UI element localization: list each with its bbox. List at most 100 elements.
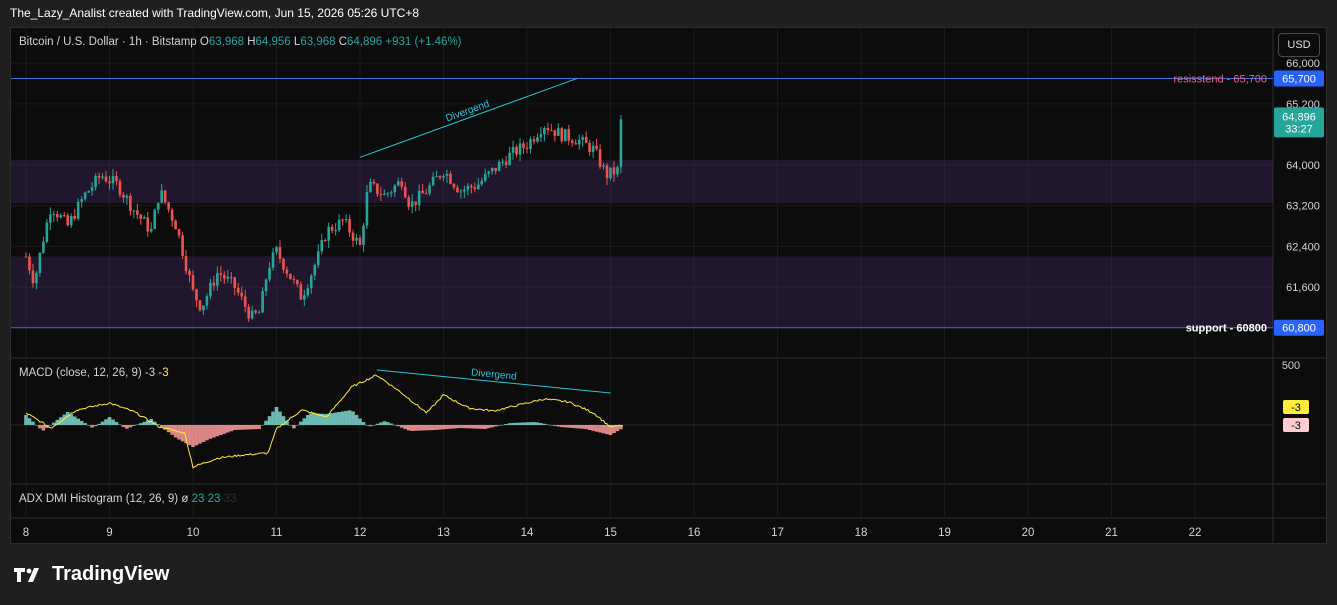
candle-body xyxy=(383,193,386,195)
candle-body xyxy=(612,167,616,175)
macd-hist-bar xyxy=(93,425,98,427)
candle-body xyxy=(546,127,550,131)
candle-body xyxy=(129,195,132,211)
macd-hist-bar xyxy=(403,425,408,430)
macd-hist-bar xyxy=(76,418,80,425)
candle-body xyxy=(282,258,285,270)
last-price-countdown: 33:27 xyxy=(1285,123,1313,135)
macd-hist-bar xyxy=(511,422,515,425)
candle-body xyxy=(66,215,70,226)
candle-body xyxy=(616,167,619,175)
macd-hist-bar xyxy=(278,411,282,425)
x-tick-label: 11 xyxy=(271,527,283,539)
candle-body xyxy=(247,306,250,319)
chart-canvas[interactable]: 8 9 10 11 12 13 14 15 16 17 18 19 20 21 2266,00065,200… xyxy=(11,28,1327,544)
candle-body xyxy=(209,282,212,297)
x-tick-label: 8 xyxy=(23,527,29,539)
macd-hist-bar xyxy=(246,425,251,430)
candle-body xyxy=(233,277,237,288)
candle-body xyxy=(243,296,247,307)
last-price-value: 64,896 xyxy=(1282,111,1316,123)
macd-hist-bar xyxy=(312,413,317,425)
candle-body xyxy=(69,216,73,226)
candle-body xyxy=(543,127,546,135)
candle-body xyxy=(522,143,525,148)
macd-hist-bar xyxy=(438,425,442,430)
candle-body xyxy=(358,237,362,245)
candle-body xyxy=(122,194,125,198)
macd-hist-bar xyxy=(41,425,46,431)
candle-body xyxy=(508,152,511,165)
candle-body xyxy=(136,210,139,215)
macd-hist-bar xyxy=(69,414,74,425)
macd-legend[interactable]: MACD (close, 12, 26, 9) -3 -3 xyxy=(19,367,169,379)
candle-body xyxy=(456,187,459,193)
candle-body xyxy=(410,201,414,207)
open-label: O xyxy=(199,36,209,48)
level-label: support - 60800 xyxy=(1186,323,1267,335)
macd-hist-bar xyxy=(469,425,474,429)
candle-body xyxy=(170,209,174,221)
candle-body xyxy=(289,273,292,280)
candle-body xyxy=(396,181,400,186)
macd-hist-bar xyxy=(48,425,53,426)
macd-hist-bar xyxy=(525,422,529,425)
brand-name: TradingView xyxy=(52,563,170,585)
candle-body xyxy=(38,252,42,273)
candle-body xyxy=(577,139,581,145)
macd-hist-bar xyxy=(38,425,42,429)
adx-value-3: 33 xyxy=(223,493,237,505)
macd-hist-bar xyxy=(243,425,247,430)
macd-hist-bar xyxy=(215,425,220,437)
candle-body xyxy=(560,128,564,142)
macd-hist-bar xyxy=(382,421,387,425)
candle-body xyxy=(337,219,341,231)
macd-hist-bar xyxy=(24,415,28,425)
candle-body xyxy=(177,229,181,236)
candle-body xyxy=(261,291,264,313)
candle-body xyxy=(163,190,167,203)
adx-legend[interactable]: ADX DMI Histogram (12, 26, 9) ø 23 23 33 xyxy=(19,493,236,505)
macd-hist-bar xyxy=(570,425,575,428)
macd-hist-bar xyxy=(340,411,345,425)
candle-body xyxy=(191,275,195,290)
price-tick-label: 61,600 xyxy=(1286,282,1320,294)
macd-hist-bar xyxy=(459,425,463,429)
macd-hist-bar xyxy=(413,425,418,431)
chart-frame[interactable]: 8 9 10 11 12 13 14 15 16 17 18 19 20 21 22 66,000 65,200… xyxy=(10,27,1327,544)
candle-body xyxy=(605,165,609,179)
currency-button[interactable]: USD xyxy=(1278,33,1320,57)
macd-hist-bar xyxy=(205,425,209,441)
macd-hist-bar xyxy=(236,425,241,430)
macd-value-2: -3 xyxy=(158,367,169,379)
candle-body xyxy=(323,240,327,242)
candle-body xyxy=(101,176,104,178)
macd-hist-bar xyxy=(605,425,609,435)
candle-body xyxy=(28,256,31,271)
macd-hist-bar xyxy=(410,425,414,431)
candle-body xyxy=(438,176,442,178)
candle-body xyxy=(355,237,358,241)
macd-hist-bar xyxy=(466,425,470,429)
candle-body xyxy=(118,181,122,195)
candle-body xyxy=(536,137,539,142)
macd-hist-bar xyxy=(201,425,206,442)
macd-hist-bar xyxy=(361,422,366,425)
candle-body xyxy=(504,161,508,165)
symbol-title[interactable]: Bitcoin / U.S. Dollar · 1h · Bitstamp xyxy=(19,36,197,48)
macd-hist-bar xyxy=(500,424,505,426)
macd-hist-bar xyxy=(191,425,195,447)
macd-hist-bar xyxy=(128,425,133,428)
macd-hist-bar xyxy=(528,422,533,425)
macd-hist-bar xyxy=(302,418,307,425)
high-label: H xyxy=(247,36,256,48)
tradingview-logo[interactable]: TradingView xyxy=(12,563,169,586)
candle-body xyxy=(557,128,560,136)
macd-hist-bar xyxy=(573,425,578,429)
candle-body xyxy=(299,284,303,300)
macd-hist-bar xyxy=(229,425,234,432)
macd-hist-bar xyxy=(288,425,293,426)
candle-body xyxy=(588,142,591,153)
macd-hist-bar xyxy=(351,411,355,425)
candle-body xyxy=(344,219,348,221)
